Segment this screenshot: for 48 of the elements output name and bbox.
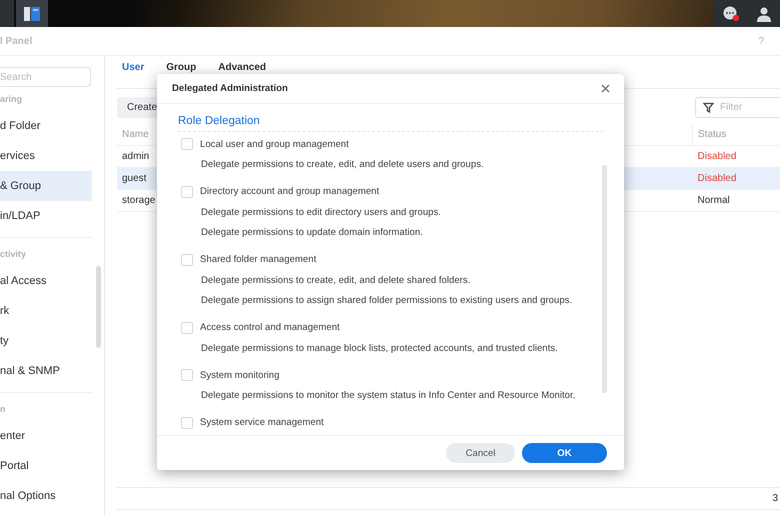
- checkbox[interactable]: [181, 254, 193, 266]
- option-description: Delegate permissions to manage block lists, protected accounts, and trusted clients.: [201, 342, 559, 356]
- option-description: Delegate permissions to update domain information.: [201, 226, 424, 240]
- option-description: Delegate permissions to assign shared folder permissions to existing users and groups.: [201, 294, 574, 308]
- option-label: System service management: [200, 417, 324, 428]
- sidebar-item[interactable]: d Folder: [0, 111, 92, 141]
- tab[interactable]: User: [122, 62, 144, 88]
- sidebar-item[interactable]: & Group: [0, 171, 92, 201]
- sidebar-item[interactable]: in/LDAP: [0, 201, 92, 231]
- scrollbar[interactable]: [96, 266, 101, 348]
- checkbox[interactable]: [181, 138, 193, 150]
- option-label: System monitoring: [200, 370, 280, 380]
- sidebar-item[interactable]: ty: [0, 326, 92, 356]
- close-icon[interactable]: [601, 84, 610, 93]
- option-label: Shared folder management: [200, 254, 316, 265]
- section-header: n: [0, 403, 6, 416]
- search-field[interactable]: Search: [0, 67, 91, 87]
- item-count: 3: [772, 493, 778, 504]
- checkbox[interactable]: [181, 369, 193, 381]
- option-description: Delegate permissions to monitor the system status in Info Center and Resource Monitor.: [201, 389, 576, 403]
- window-title: l Panel: [0, 36, 32, 46]
- checkbox[interactable]: [181, 322, 193, 334]
- scrollbar[interactable]: [602, 165, 607, 393]
- checkbox[interactable]: [181, 186, 193, 198]
- sidebar-item[interactable]: al Access: [0, 266, 92, 296]
- sidebar-item[interactable]: nal Options: [0, 481, 92, 511]
- checkbox[interactable]: [181, 416, 193, 428]
- status-cell: Normal: [692, 190, 780, 212]
- app-icon[interactable]: [16, 0, 48, 27]
- option-label: Access control and management: [200, 322, 340, 333]
- dialog-title: Delegated Administration: [172, 83, 288, 94]
- sidebar-item[interactable]: nal & SNMP: [0, 356, 92, 386]
- section-heading: Role Delegation: [178, 115, 604, 132]
- taskbar-segment: [0, 0, 14, 27]
- option-description: Delegate permissions to create, edit, and delete shared folders.: [201, 274, 472, 288]
- user-icon[interactable]: [756, 6, 772, 22]
- sidebar-item[interactable]: ervices: [0, 141, 92, 171]
- ok-button[interactable]: OK: [522, 443, 607, 463]
- section-header: ctivity: [0, 248, 28, 261]
- filter-field[interactable]: Filter: [695, 97, 780, 118]
- section-header: aring: [0, 93, 24, 106]
- sidebar-item[interactable]: enter: [0, 421, 92, 451]
- status-cell: Disabled: [692, 168, 780, 190]
- sidebar-item[interactable]: rk: [0, 296, 92, 326]
- sidebar-item[interactable]: Portal: [0, 451, 92, 481]
- filter-icon: [703, 102, 714, 113]
- chat-icon[interactable]: [722, 6, 740, 22]
- cancel-button[interactable]: Cancel: [446, 443, 515, 463]
